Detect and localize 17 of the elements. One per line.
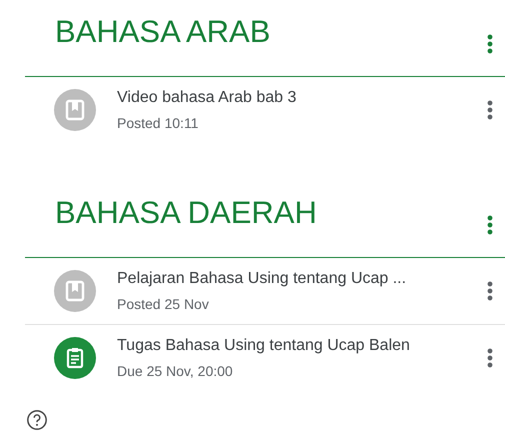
more-options-icon[interactable] (487, 100, 493, 120)
bookmark-icon (64, 280, 86, 302)
more-options-icon[interactable] (487, 34, 493, 54)
item-date: Posted 25 Nov (117, 296, 210, 312)
item-date: Due 25 Nov, 20:00 (117, 363, 234, 379)
section-title: BAHASA DAERAH (55, 196, 317, 228)
item-title[interactable]: Pelajaran Bahasa Using tentang Ucap ... (117, 270, 487, 288)
more-options-icon[interactable] (487, 215, 493, 235)
more-options-icon[interactable] (487, 348, 493, 368)
item-title[interactable]: Video bahasa Arab bab 3 (117, 89, 487, 107)
more-options-icon[interactable] (487, 281, 493, 301)
item-date: Posted 10:11 (117, 115, 200, 131)
item-title[interactable]: Tugas Bahasa Using tentang Ucap Balen (117, 337, 487, 355)
clipboard-icon (64, 347, 86, 369)
bookmark-icon (64, 99, 86, 121)
help-icon[interactable] (26, 409, 48, 431)
section-title: BAHASA ARAB (55, 16, 270, 46)
